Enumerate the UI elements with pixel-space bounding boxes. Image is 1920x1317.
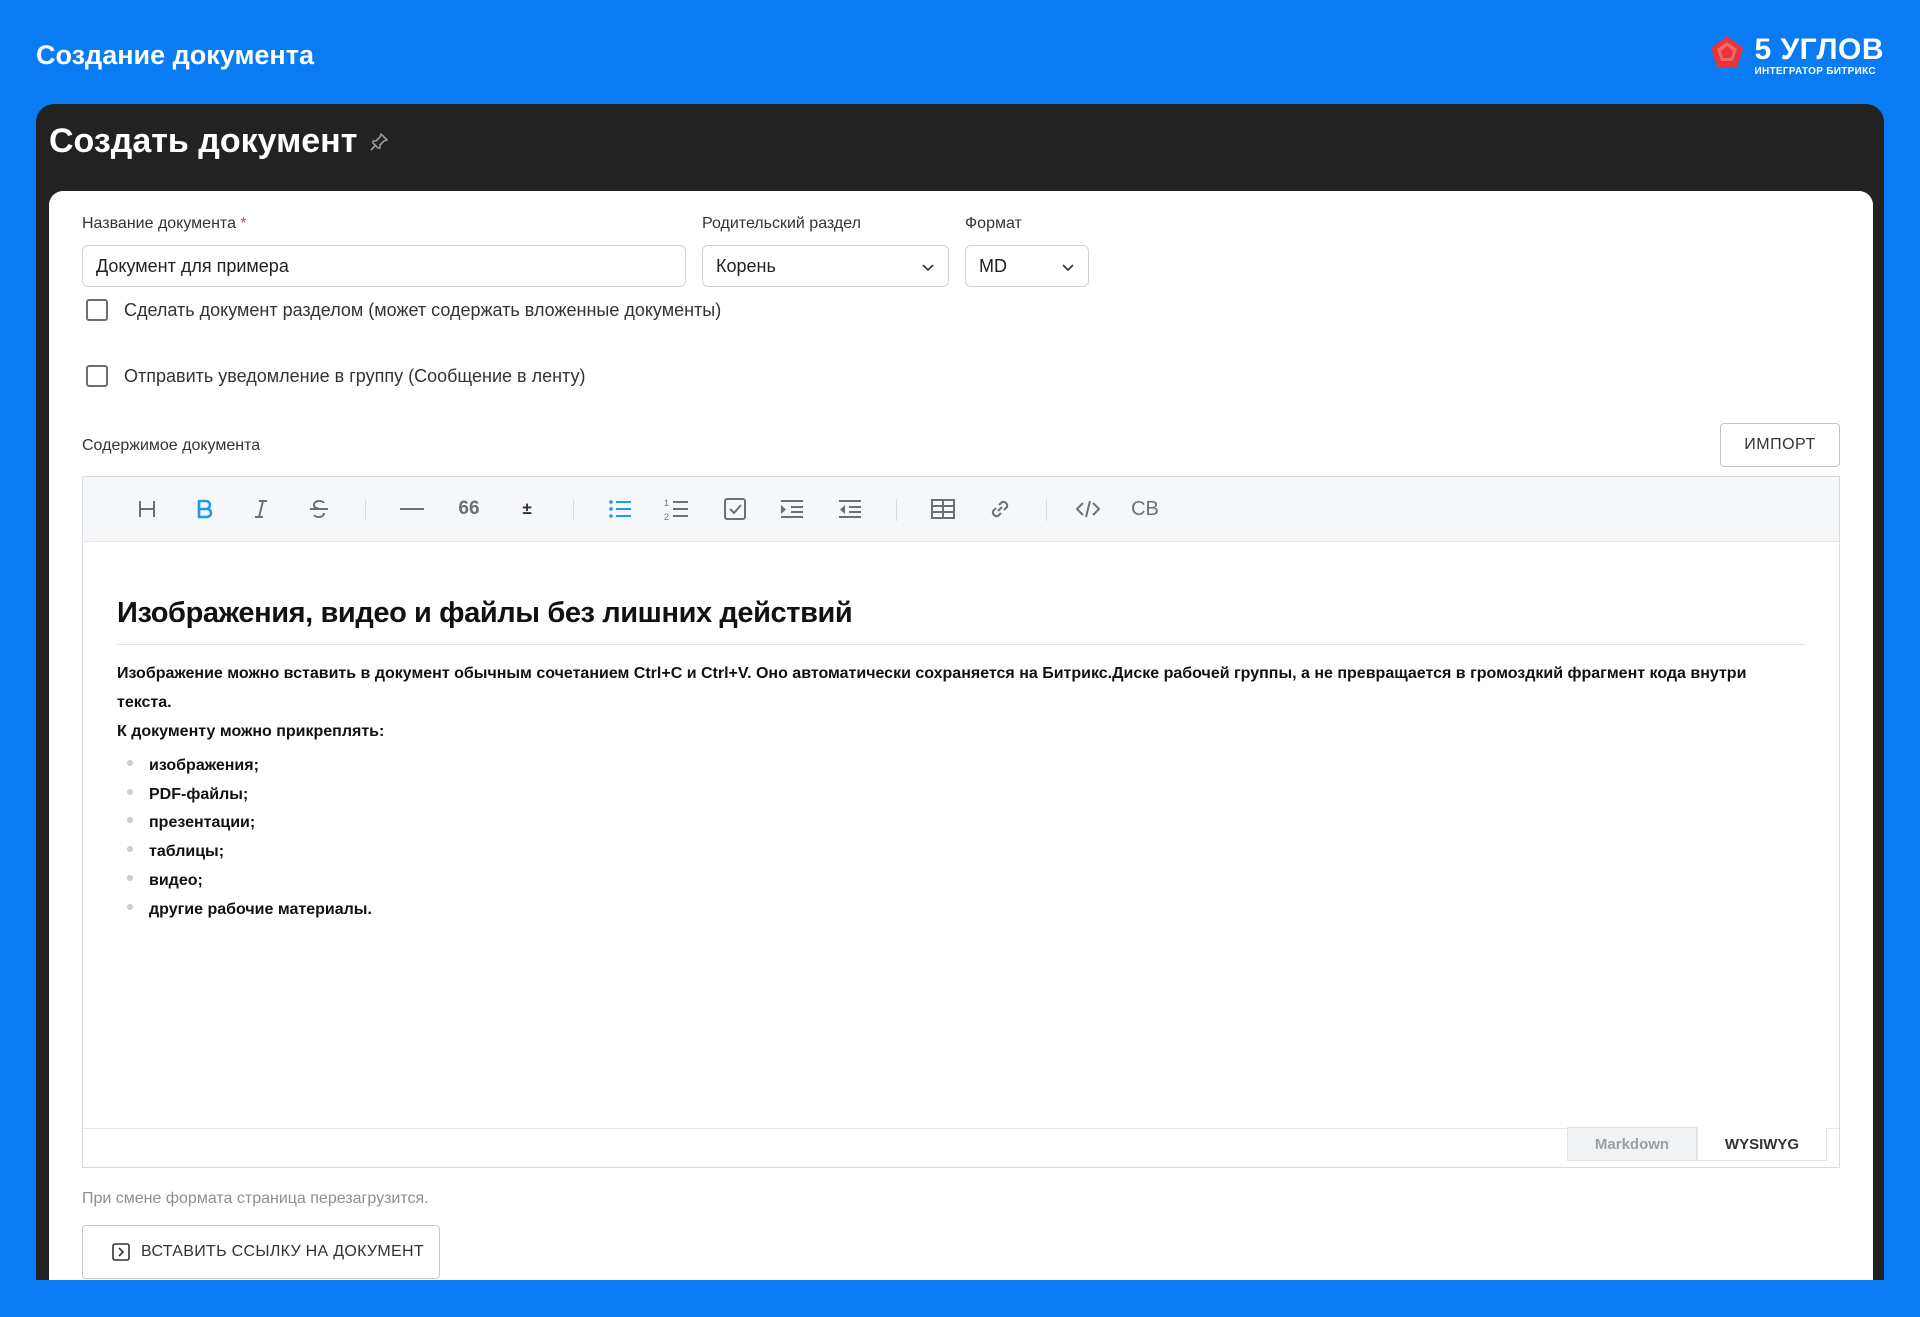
banner-title: Создание документа — [36, 40, 314, 70]
parent-section-label: Родительский раздел — [702, 215, 861, 232]
required-mark: * — [240, 215, 247, 232]
document-editor[interactable]: 66 ± 12 CB Изображения, видео и файлы бе… — [82, 476, 1840, 1168]
send-notification-label: Отправить уведомление в группу (Сообщени… — [124, 365, 586, 386]
insert-link-icon — [112, 1243, 130, 1261]
quote-glyph: 66 — [458, 498, 480, 519]
bullet-list-icon[interactable] — [604, 493, 636, 525]
code-block-glyph: CB — [1131, 497, 1159, 520]
parent-section-value: Корень — [716, 255, 776, 276]
indent-icon[interactable] — [776, 493, 808, 525]
create-document-window: Создать документ Название документа * До… — [36, 104, 1884, 1280]
plus-minus-glyph: ± — [522, 499, 532, 518]
format-select[interactable]: MD — [965, 245, 1089, 287]
format-value: MD — [979, 255, 1007, 276]
editor-toolbar: 66 ± 12 CB — [83, 477, 1839, 542]
make-section-option[interactable]: Сделать документ разделом (может содержа… — [86, 299, 721, 321]
outdent-icon[interactable] — [834, 493, 866, 525]
import-button[interactable]: ИМПОРТ — [1720, 423, 1840, 467]
list-item: PDF-файлы; — [117, 781, 1805, 810]
code-block-icon[interactable]: CB — [1129, 493, 1161, 525]
chevron-down-icon — [922, 264, 934, 272]
send-notification-checkbox[interactable] — [86, 365, 108, 387]
make-section-checkbox[interactable] — [86, 299, 108, 321]
logo-name: 5 УГЛОВ — [1754, 33, 1884, 66]
list-item: видео; — [117, 867, 1805, 896]
document-paragraph: Изображение можно вставить в документ об… — [117, 665, 1747, 740]
plus-minus-icon[interactable]: ± — [511, 493, 543, 525]
strikethrough-icon[interactable] — [303, 493, 335, 525]
list-item: презентации; — [117, 809, 1805, 838]
svg-text:1: 1 — [664, 498, 669, 508]
format-change-hint: При смене формата страница перезагрузитс… — [82, 1190, 429, 1207]
bold-icon[interactable] — [188, 493, 220, 525]
insert-document-link-button[interactable]: ВСТАВИТЬ ССЫЛКУ НА ДОКУМЕНТ — [82, 1225, 440, 1279]
code-icon[interactable] — [1072, 493, 1104, 525]
list-item: изображения; — [117, 752, 1805, 781]
document-name-label: Название документа * — [82, 215, 247, 232]
insert-document-link-label: ВСТАВИТЬ ССЫЛКУ НА ДОКУМЕНТ — [141, 1243, 424, 1260]
parent-section-select[interactable]: Корень — [702, 245, 949, 287]
list-item: таблицы; — [117, 838, 1805, 867]
heading-icon[interactable] — [131, 493, 163, 525]
table-icon[interactable] — [927, 493, 959, 525]
logo-subtitle: ИНТЕГРАТОР БИТРИКС — [1754, 66, 1876, 77]
link-icon[interactable] — [984, 493, 1016, 525]
quote-icon[interactable]: 66 — [453, 493, 485, 525]
document-content-label: Содержимое документа — [82, 437, 261, 454]
editor-content[interactable]: Изображения, видео и файлы без лишних де… — [117, 597, 1805, 924]
list-item: другие рабочие материалы. — [117, 896, 1805, 925]
document-heading: Изображения, видео и файлы без лишних де… — [117, 597, 1805, 645]
chevron-down-icon — [1062, 264, 1074, 272]
document-name-input[interactable]: Документ для примера — [82, 245, 686, 287]
numbered-list-icon[interactable]: 12 — [661, 493, 693, 525]
document-name-value: Документ для примера — [96, 255, 289, 276]
make-section-label: Сделать документ разделом (может содержа… — [124, 299, 722, 320]
send-notification-option[interactable]: Отправить уведомление в группу (Сообщени… — [86, 365, 585, 387]
svg-text:2: 2 — [664, 512, 669, 522]
tab-markdown[interactable]: Markdown — [1567, 1127, 1697, 1161]
brand-logo: 5 УГЛОВ ИНТЕГРАТОР БИТРИКС — [1709, 34, 1885, 77]
logo-pentagon-icon — [1710, 36, 1743, 67]
tab-wysiwyg[interactable]: WYSIWYG — [1697, 1127, 1827, 1161]
document-bullet-list: изображения; PDF-файлы; презентации; таб… — [117, 752, 1805, 924]
form-card: Название документа * Документ для пример… — [49, 191, 1873, 1280]
editor-mode-tabs: Markdown WYSIWYG — [1567, 1127, 1827, 1161]
format-label: Формат — [965, 215, 1022, 232]
italic-icon[interactable] — [245, 493, 277, 525]
task-list-icon[interactable] — [719, 493, 751, 525]
page-title: Создать документ — [49, 122, 358, 160]
horizontal-rule-icon[interactable] — [396, 493, 428, 525]
pin-icon[interactable] — [369, 132, 389, 152]
